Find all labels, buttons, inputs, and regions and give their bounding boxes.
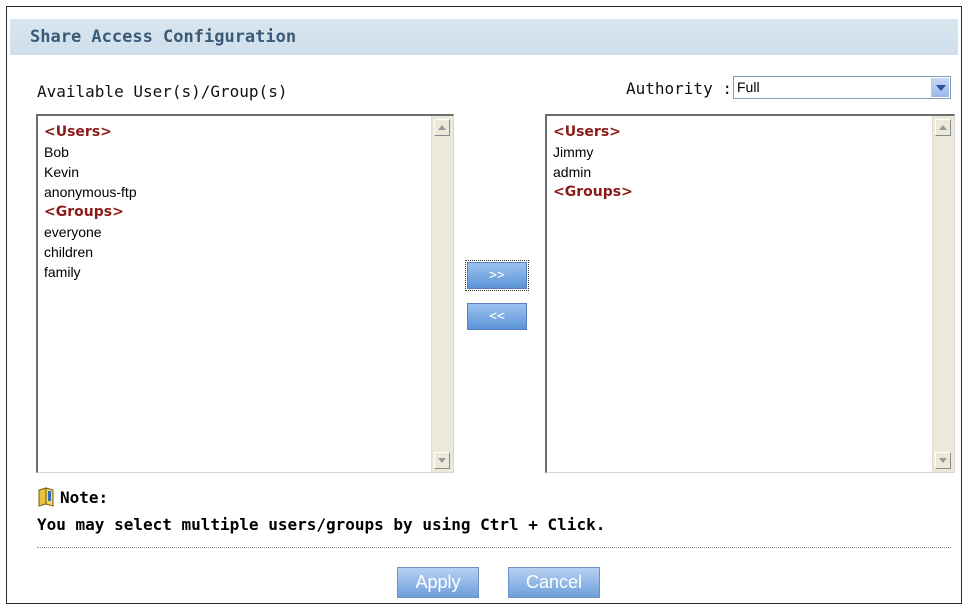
scroll-up-button[interactable] (434, 119, 450, 136)
arrow-down-icon (939, 458, 947, 463)
list-item[interactable]: family (44, 262, 137, 282)
available-scrollbar[interactable] (431, 116, 453, 472)
available-listbox[interactable]: <Users> Bob Kevin anonymous-ftp <Groups> ever… (36, 114, 454, 473)
remove-button[interactable]: << (467, 303, 527, 330)
available-label: Available User(s)/Group(s) (37, 82, 288, 101)
list-item[interactable]: Jimmy (553, 142, 633, 162)
selected-scrollbar[interactable] (932, 116, 954, 472)
list-item[interactable]: admin (553, 162, 633, 182)
divider (37, 547, 951, 548)
note-text: You may select multiple users/groups by … (37, 515, 606, 534)
apply-button[interactable]: Apply (397, 567, 479, 598)
list-group-header: <Users> (44, 124, 112, 140)
list-item[interactable]: anonymous-ftp (44, 182, 137, 202)
list-group-header: <Users> (553, 124, 621, 140)
chevron-down-icon (935, 84, 946, 91)
arrow-up-icon (939, 125, 947, 130)
authority-label: Authority : (626, 79, 732, 98)
authority-value: Full (737, 79, 760, 95)
list-group-header: <Groups> (553, 184, 633, 200)
share-access-panel: Share Access Configuration Available Use… (6, 6, 962, 604)
note-icon (38, 487, 54, 507)
arrow-up-icon (438, 125, 446, 130)
page-title: Share Access Configuration (30, 27, 297, 47)
scroll-up-button[interactable] (935, 119, 951, 136)
cancel-button[interactable]: Cancel (508, 567, 600, 598)
list-item[interactable]: children (44, 242, 137, 262)
note-label: Note: (60, 488, 109, 507)
authority-select[interactable]: Full (733, 76, 951, 99)
scroll-down-button[interactable] (935, 452, 951, 469)
list-item[interactable]: Bob (44, 142, 137, 162)
list-group-header: <Groups> (44, 204, 124, 220)
selected-listbox[interactable]: <Users> Jimmy admin <Groups> (545, 114, 955, 473)
available-items: <Users> Bob Kevin anonymous-ftp <Groups> ever… (44, 122, 137, 282)
add-button[interactable]: >> (465, 260, 529, 291)
arrow-down-icon (438, 458, 446, 463)
list-item[interactable]: Kevin (44, 162, 137, 182)
title-bar: Share Access Configuration (10, 19, 958, 55)
dropdown-arrow-button[interactable] (931, 78, 949, 97)
scroll-down-button[interactable] (434, 452, 450, 469)
list-item[interactable]: everyone (44, 222, 137, 242)
selected-items: <Users> Jimmy admin <Groups> (553, 122, 633, 202)
